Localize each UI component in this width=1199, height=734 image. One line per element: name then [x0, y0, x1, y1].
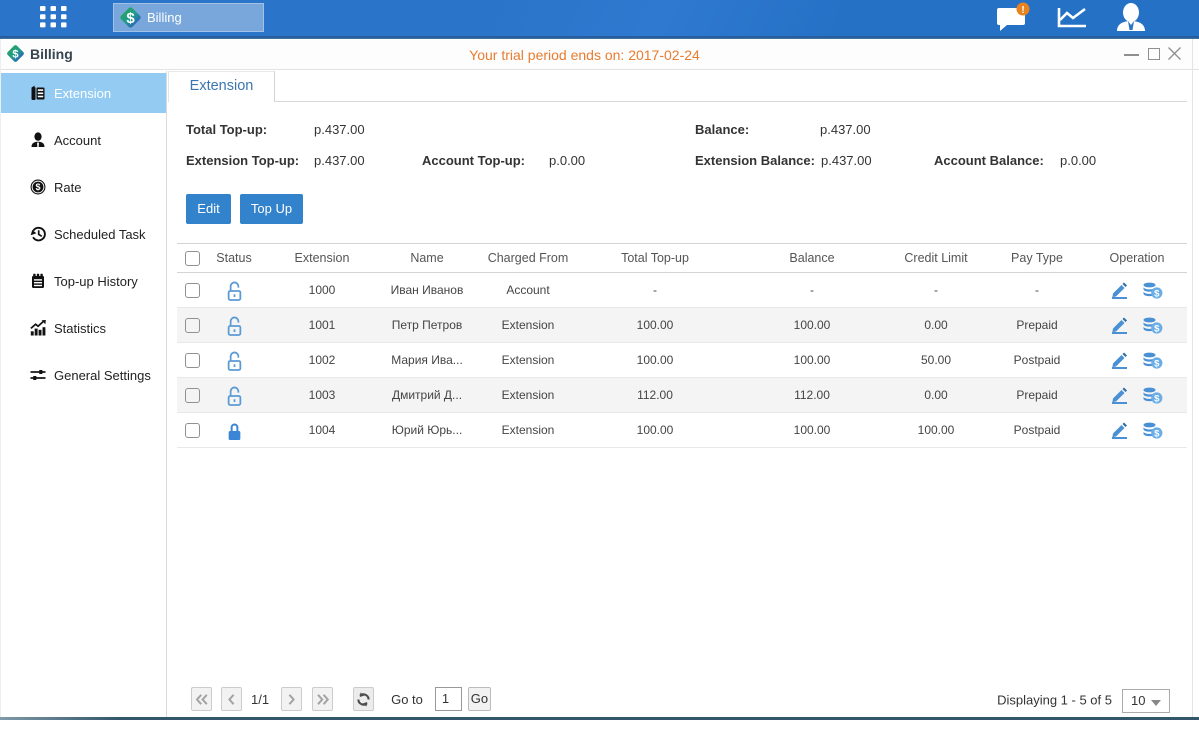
svg-text:$: $: [1154, 358, 1160, 368]
svg-text:$: $: [126, 10, 135, 27]
svg-text:$: $: [1154, 428, 1160, 438]
svg-text:$: $: [1154, 323, 1160, 333]
svg-text:!: !: [1021, 5, 1024, 16]
svg-text:$: $: [1154, 288, 1160, 298]
svg-text:$: $: [1154, 393, 1160, 403]
svg-text:$: $: [35, 182, 40, 192]
